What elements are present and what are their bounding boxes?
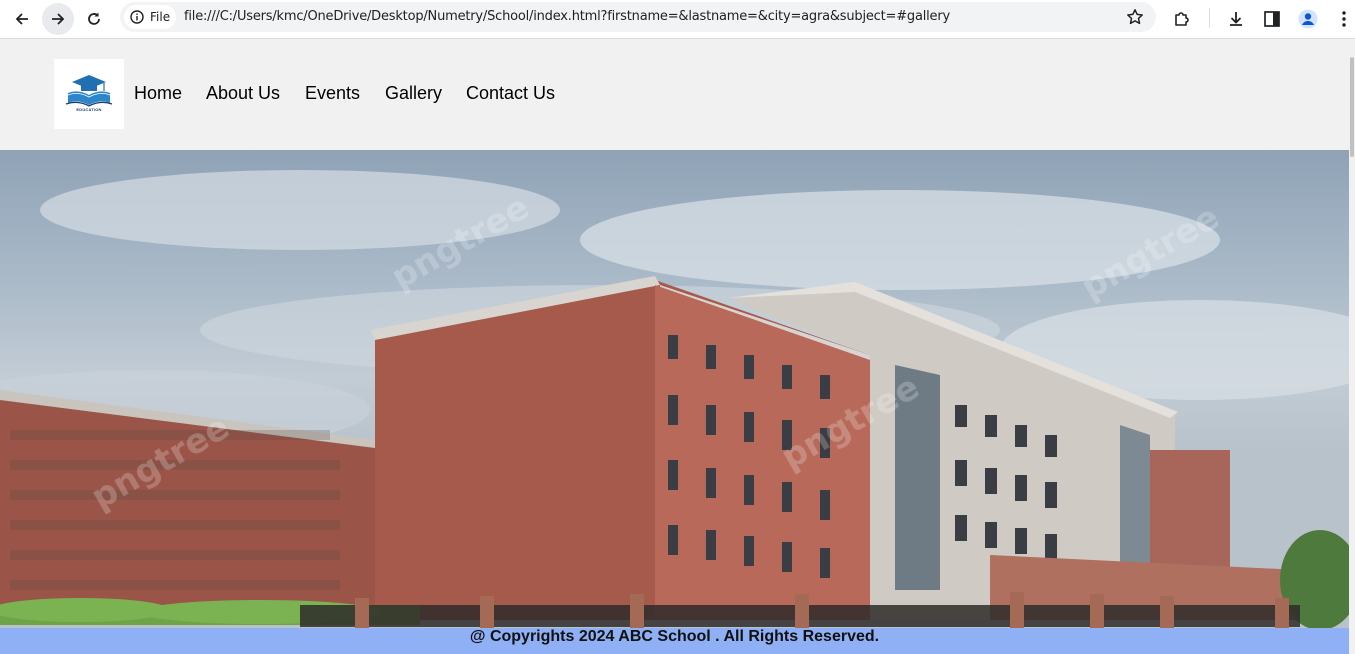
downloads-button[interactable] [1222,5,1250,33]
nav-link-contact-us[interactable]: Contact Us [466,83,555,104]
nav-link-about-us[interactable]: About Us [206,83,280,104]
puzzle-icon [1175,12,1189,26]
school-logo[interactable]: EDUCATION [54,59,124,129]
extensions-button[interactable] [1168,5,1196,33]
file-chip-label: File [150,10,171,24]
footer-copyright: @ Copyrights 2024 ABC School . All Right… [469,628,880,645]
side-panel-button[interactable] [1258,5,1286,33]
download-icon [1230,12,1242,26]
hero-illustration: pngtree pngtree pngtree pngtree [0,170,1349,630]
back-button[interactable] [6,3,38,35]
site-footer: @ Copyrights 2024 ABC School . All Right… [0,628,1349,654]
info-icon [130,10,144,24]
address-bar[interactable]: File file:///C:/Users/kmc/OneDrive/Deskt… [120,2,1156,32]
site-header: EDUCATION Home About Us Events Gallery C… [0,39,1349,150]
more-vertical-icon [1342,11,1346,27]
scrollbar-thumb[interactable] [1350,57,1354,157]
arrow-right-icon [52,13,65,25]
reload-button[interactable] [78,3,110,35]
nav-link-gallery[interactable]: Gallery [385,83,442,104]
toolbar-divider [1209,8,1210,28]
bookmark-star-icon[interactable] [1126,8,1144,26]
forward-button[interactable] [42,3,74,35]
reload-icon [88,12,100,25]
graduation-cap-book-logo [65,75,113,107]
arrow-left-icon [15,13,28,25]
profile-button[interactable] [1294,5,1322,33]
nav-link-home[interactable]: Home [134,83,182,104]
page-scrollbar[interactable] [1349,39,1355,654]
url-text[interactable]: file:///C:/Users/kmc/OneDrive/Desktop/Nu… [184,9,950,24]
side-panel-icon [1264,11,1280,27]
browser-toolbar: File file:///C:/Users/kmc/OneDrive/Deskt… [0,0,1355,39]
site-info-chip[interactable]: File [124,5,176,29]
hero-school-building-image: pngtree pngtree pngtree pngtree [0,150,1349,654]
nav-link-events[interactable]: Events [305,83,360,104]
profile-avatar-icon [1298,9,1318,29]
page-viewport: EDUCATION Home About Us Events Gallery C… [0,39,1349,654]
browser-menu-button[interactable] [1330,5,1355,33]
logo-caption: EDUCATION [76,107,102,112]
